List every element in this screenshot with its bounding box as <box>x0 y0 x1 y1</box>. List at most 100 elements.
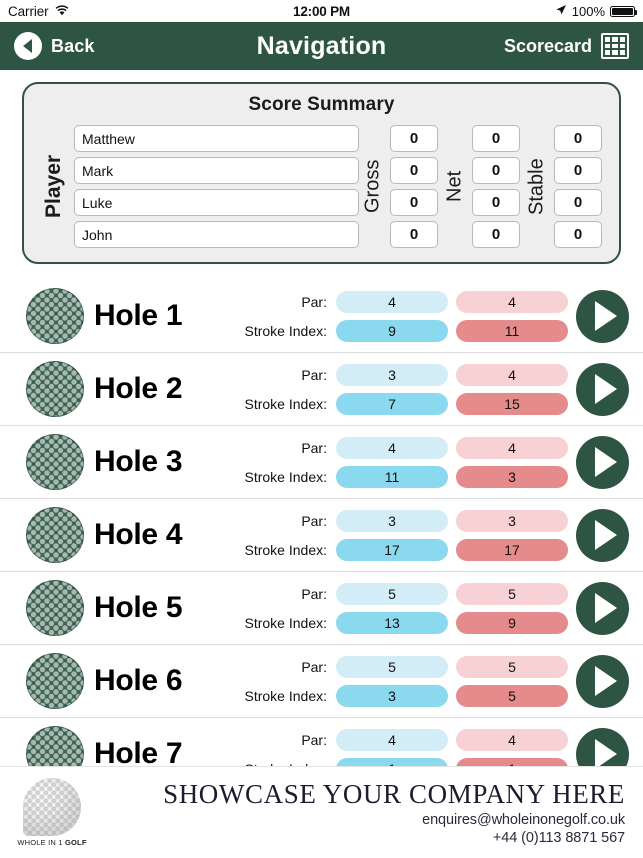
hole-stat-labels: Par: Stroke Index: <box>244 437 336 488</box>
ladies-stroke-index-pill: 5 <box>456 684 568 707</box>
location-arrow-icon <box>555 4 567 19</box>
ladies-tee-pills: 55 <box>456 655 568 707</box>
gross-score-3[interactable]: 0 <box>390 189 438 216</box>
hole-stat-labels: Par: Stroke Index: <box>244 583 336 634</box>
hole-stat-labels: Par: Stroke Index: <box>244 510 336 561</box>
par-label: Par: <box>301 731 327 748</box>
hole-stat-labels: Par: Stroke Index: <box>244 656 336 707</box>
gross-score-2[interactable]: 0 <box>390 157 438 184</box>
player-name-input-1[interactable] <box>74 125 359 152</box>
ladies-stroke-index-pill: 3 <box>456 465 568 488</box>
par-label: Par: <box>301 366 327 383</box>
net-score-2[interactable]: 0 <box>472 157 520 184</box>
footer-advert-banner[interactable]: WHOLE IN 1 GOLF SHOWCASE YOUR COMPANY HE… <box>0 766 643 858</box>
scorecard-button-label: Scorecard <box>503 35 592 56</box>
gross-score-column: 0 0 0 0 <box>387 125 441 248</box>
advert-phone[interactable]: +44 (0)113 8871 567 <box>92 830 625 846</box>
mens-tee-pills: 53 <box>336 655 448 707</box>
net-score-1[interactable]: 0 <box>472 125 520 152</box>
stroke-index-label: Stroke Index: <box>244 395 328 412</box>
ladies-par-pill: 5 <box>456 655 568 678</box>
golf-ball-icon <box>26 434 84 490</box>
advert-headline: SHOWCASE YOUR COMPANY HERE <box>163 778 625 809</box>
back-circle-arrow-icon <box>14 32 42 60</box>
player-column-label: Player <box>42 154 65 219</box>
gross-score-4[interactable]: 0 <box>390 221 438 248</box>
mens-par-pill: 5 <box>336 655 448 678</box>
ladies-tee-pills: 43 <box>456 436 568 488</box>
player-name-input-4[interactable] <box>74 221 359 248</box>
mens-stroke-index-pill: 11 <box>336 465 448 488</box>
gross-column-label: Gross <box>361 159 384 214</box>
status-bar-left: Carrier <box>8 4 69 19</box>
mens-tee-pills: 37 <box>336 363 448 415</box>
hole-stat-labels: Par: Stroke Index: <box>244 291 336 342</box>
carrier-label: Carrier <box>8 3 49 19</box>
play-hole-button[interactable] <box>576 508 629 562</box>
hole-row[interactable]: Hole 3 Par: Stroke Index: 4 11 4 3 <box>0 426 643 499</box>
ladies-par-pill: 5 <box>456 582 568 605</box>
play-hole-button[interactable] <box>576 654 629 708</box>
mens-tee-pills: 5 13 <box>336 582 448 634</box>
hole-row[interactable]: Hole 1 Par: Stroke Index: 4 9 4 11 <box>0 280 643 353</box>
play-triangle-icon <box>595 739 617 769</box>
play-triangle-icon <box>595 301 617 331</box>
mens-stroke-index-pill: 17 <box>336 538 448 561</box>
ladies-tee-pills: 4 15 <box>456 363 568 415</box>
status-bar-time: 12:00 PM <box>293 3 350 19</box>
advert-copy: SHOWCASE YOUR COMPANY HERE enquires@whol… <box>92 779 629 846</box>
scorecard-button[interactable]: Scorecard <box>504 33 629 59</box>
player-name-input-3[interactable] <box>74 189 359 216</box>
advertiser-logo-text: WHOLE IN 1 GOLF <box>17 838 86 847</box>
mens-stroke-index-pill: 3 <box>336 684 448 707</box>
play-triangle-icon <box>595 374 617 404</box>
stable-score-1[interactable]: 0 <box>554 125 602 152</box>
ladies-par-pill: 4 <box>456 728 568 751</box>
stable-score-3[interactable]: 0 <box>554 189 602 216</box>
stroke-index-label: Stroke Index: <box>244 687 328 704</box>
hole-row[interactable]: Hole 4 Par: Stroke Index: 3 17 3 17 <box>0 499 643 572</box>
stroke-index-label: Stroke Index: <box>244 614 328 631</box>
mens-tee-pills: 4 11 <box>336 436 448 488</box>
play-triangle-icon <box>595 447 617 477</box>
stroke-index-label: Stroke Index: <box>244 468 328 485</box>
play-hole-button[interactable] <box>576 581 629 635</box>
ladies-stroke-index-pill: 15 <box>456 392 568 415</box>
stroke-index-label: Stroke Index: <box>244 322 328 339</box>
player-name-input-2[interactable] <box>74 157 359 184</box>
score-summary-section: Score Summary Player Gross 0 0 0 0 Net <box>0 70 643 264</box>
net-column-label: Net <box>443 170 466 203</box>
back-button[interactable]: Back <box>14 32 94 60</box>
hole-row[interactable]: Hole 2 Par: Stroke Index: 3 7 4 15 <box>0 353 643 426</box>
stable-score-4[interactable]: 0 <box>554 221 602 248</box>
mens-tee-pills: 3 17 <box>336 509 448 561</box>
play-triangle-icon <box>595 593 617 623</box>
hole-name-label: Hole 2 <box>94 372 183 405</box>
ladies-par-pill: 3 <box>456 509 568 532</box>
hole-row[interactable]: Hole 5 Par: Stroke Index: 5 13 5 9 <box>0 572 643 645</box>
app-root: Carrier 12:00 PM 100% Back Navigation Sc… <box>0 0 643 858</box>
battery-full-icon <box>610 5 637 17</box>
back-button-label: Back <box>51 35 95 56</box>
stable-score-column: 0 0 0 0 <box>551 125 605 248</box>
play-hole-button[interactable] <box>576 289 629 343</box>
logo-text-bold: GOLF <box>64 838 87 847</box>
stable-score-2[interactable]: 0 <box>554 157 602 184</box>
ladies-tee-pills: 59 <box>456 582 568 634</box>
hole-row[interactable]: Hole 6 Par: Stroke Index: 5 3 5 5 <box>0 645 643 718</box>
mens-par-pill: 3 <box>336 363 448 386</box>
ladies-tee-pills: 4 11 <box>456 290 568 342</box>
advert-email[interactable]: enquires@wholeinonegolf.co.uk <box>92 812 625 828</box>
hole-name-label: Hole 4 <box>94 518 183 551</box>
golf-ball-logo-icon <box>23 778 81 836</box>
navigation-bar: Back Navigation Scorecard <box>0 22 643 70</box>
hole-name-label: Hole 1 <box>94 299 183 332</box>
gross-score-1[interactable]: 0 <box>390 125 438 152</box>
score-summary-card: Score Summary Player Gross 0 0 0 0 Net <box>22 82 621 264</box>
play-hole-button[interactable] <box>576 435 629 489</box>
net-score-3[interactable]: 0 <box>472 189 520 216</box>
logo-text-main: WHOLE IN 1 <box>17 838 65 847</box>
play-hole-button[interactable] <box>576 362 629 416</box>
net-score-4[interactable]: 0 <box>472 221 520 248</box>
mens-par-pill: 4 <box>336 290 448 313</box>
